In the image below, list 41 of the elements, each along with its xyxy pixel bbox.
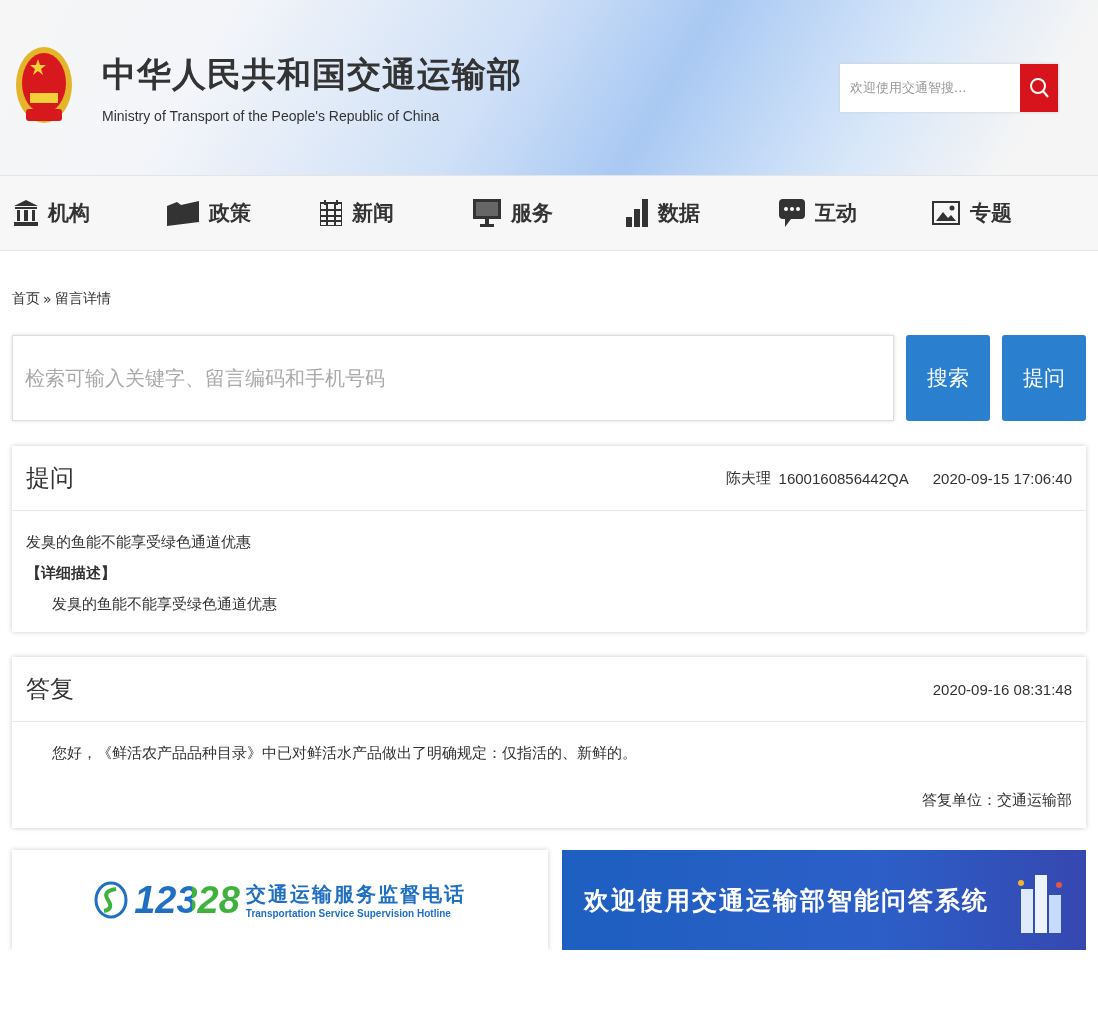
nav-link[interactable]: 数据 (626, 199, 779, 227)
search-icon (1028, 76, 1050, 99)
question-subject: 发臭的鱼能不能享受绿色通道优惠 (26, 533, 252, 552)
nav-link[interactable]: 服务 (473, 199, 626, 227)
breadcrumb-home-link[interactable]: 首页 (12, 290, 40, 308)
nav-link[interactable]: 专题 (932, 199, 1085, 227)
card-title: 提问 (26, 463, 75, 494)
message-search-field[interactable]: 检索可输入关键字、留言编码和手机号码 (12, 335, 894, 421)
breadcrumb-current: 留言详情 (54, 290, 111, 308)
question-detail: 发臭的鱼能不能享受绿色通道优惠 (51, 595, 278, 614)
search-button[interactable] (1020, 63, 1058, 112)
assistant-title: 欢迎使用交通运输部智能问答系统 (583, 884, 989, 917)
answer-unit: 答复单位：交通运输部 (922, 791, 1072, 810)
breadcrumb-separator: » (43, 291, 52, 307)
search-button[interactable]: 搜索 (906, 335, 990, 421)
search-button[interactable]: 提问 (1002, 335, 1086, 421)
message-code: 1600160856442QA (778, 469, 909, 487)
nav-link[interactable]: 互动 (779, 199, 932, 227)
detail-label: 【详细描述】 (26, 564, 117, 583)
speech-bubble-icon (779, 199, 805, 227)
timestamp: 2020-09-15 17:06:40 (932, 469, 1072, 487)
pillared-building-icon (14, 200, 38, 226)
author-name: 陈夫理 (725, 468, 771, 488)
monitor-icon (473, 199, 501, 227)
picture-icon (932, 201, 960, 225)
folder-icon (167, 200, 199, 226)
site-subtitle: Ministry of Transport of the People's Republic of China (102, 107, 441, 124)
site-title: 中华人民共和国交通运输部 (102, 52, 522, 96)
answer-text: 您好，《鲜活农产品品种目录》中已对鲜活水产品做出了明确规定：仅指活的、新鲜的。 (51, 744, 638, 763)
phone-swirl-icon (94, 881, 129, 919)
site-search-field[interactable]: 欢迎使用交通智搜... (840, 63, 1020, 112)
timestamp: 2020-09-16 08:31:48 (932, 680, 1072, 698)
card-title: 答复 (26, 674, 75, 705)
nav-link[interactable]: 政策 (167, 199, 320, 227)
calendar-icon (320, 200, 342, 226)
hotline-subtitle: Transportation Service Supervision Hotline (245, 908, 452, 919)
hotline-title: 交通运输服务监督电话 (245, 881, 466, 908)
nav-link[interactable]: 机构 (14, 199, 167, 227)
assistant-banner[interactable]: 欢迎使用交通运输部智能问答系统 (562, 850, 1086, 950)
nav-link[interactable]: 新闻 (320, 199, 473, 227)
bar-chart-icon (626, 199, 648, 227)
